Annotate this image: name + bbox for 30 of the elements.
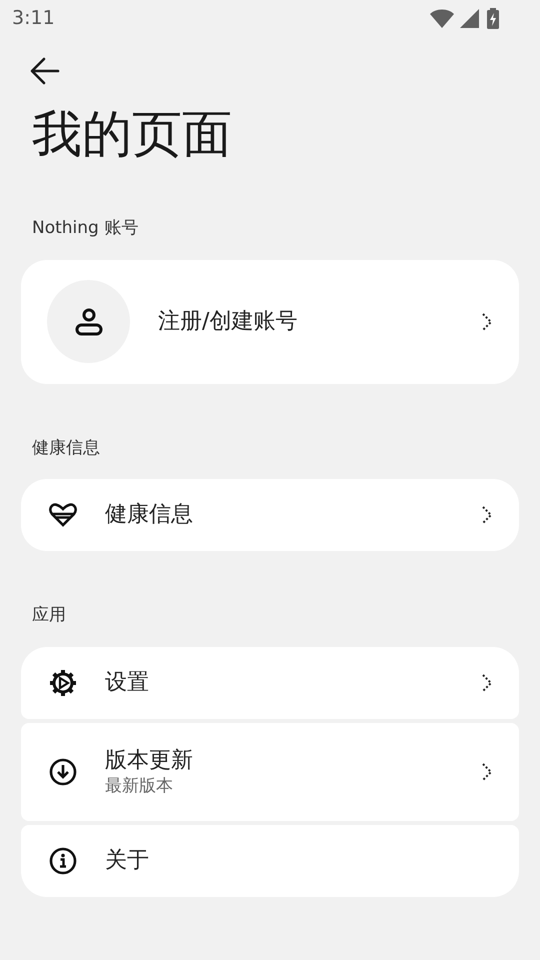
item-subtitle: 最新版本 [105,774,174,796]
chevron-right-icon [481,505,493,525]
gear-icon [48,668,78,698]
item-label: 设置 [105,668,150,696]
menu-item[interactable]: 关于 [21,824,519,896]
item-label: 版本更新 [105,746,194,774]
menu-item[interactable]: 设置 [21,646,519,718]
section-label: 应用 [32,605,66,625]
chevron-right-icon [481,672,493,692]
page-title: 我的页面 [31,104,233,165]
chevron-right-icon [481,312,493,332]
item-label: 健康信息 [105,501,194,529]
battery-icon [486,8,500,28]
account-item[interactable]: 注册/创建账号 [21,260,519,384]
info-icon [49,846,77,874]
menu-item[interactable]: 健康信息 [21,479,519,551]
person-icon [74,306,104,336]
download-icon [49,758,77,786]
signal-icon [460,8,480,28]
menu-item[interactable]: 版本更新 最新版本 [21,722,519,820]
back-button[interactable] [30,56,60,86]
heart-icon [49,503,77,527]
section-label: Nothing 账号 [32,218,138,238]
wifi-icon [430,8,454,28]
item-label: 关于 [105,846,150,874]
section-label: 健康信息 [32,438,100,458]
status-time: 3:11 [12,6,55,31]
back-arrow-icon [30,56,60,86]
item-label: 注册/创建账号 [158,308,298,336]
chevron-right-icon [481,762,493,782]
